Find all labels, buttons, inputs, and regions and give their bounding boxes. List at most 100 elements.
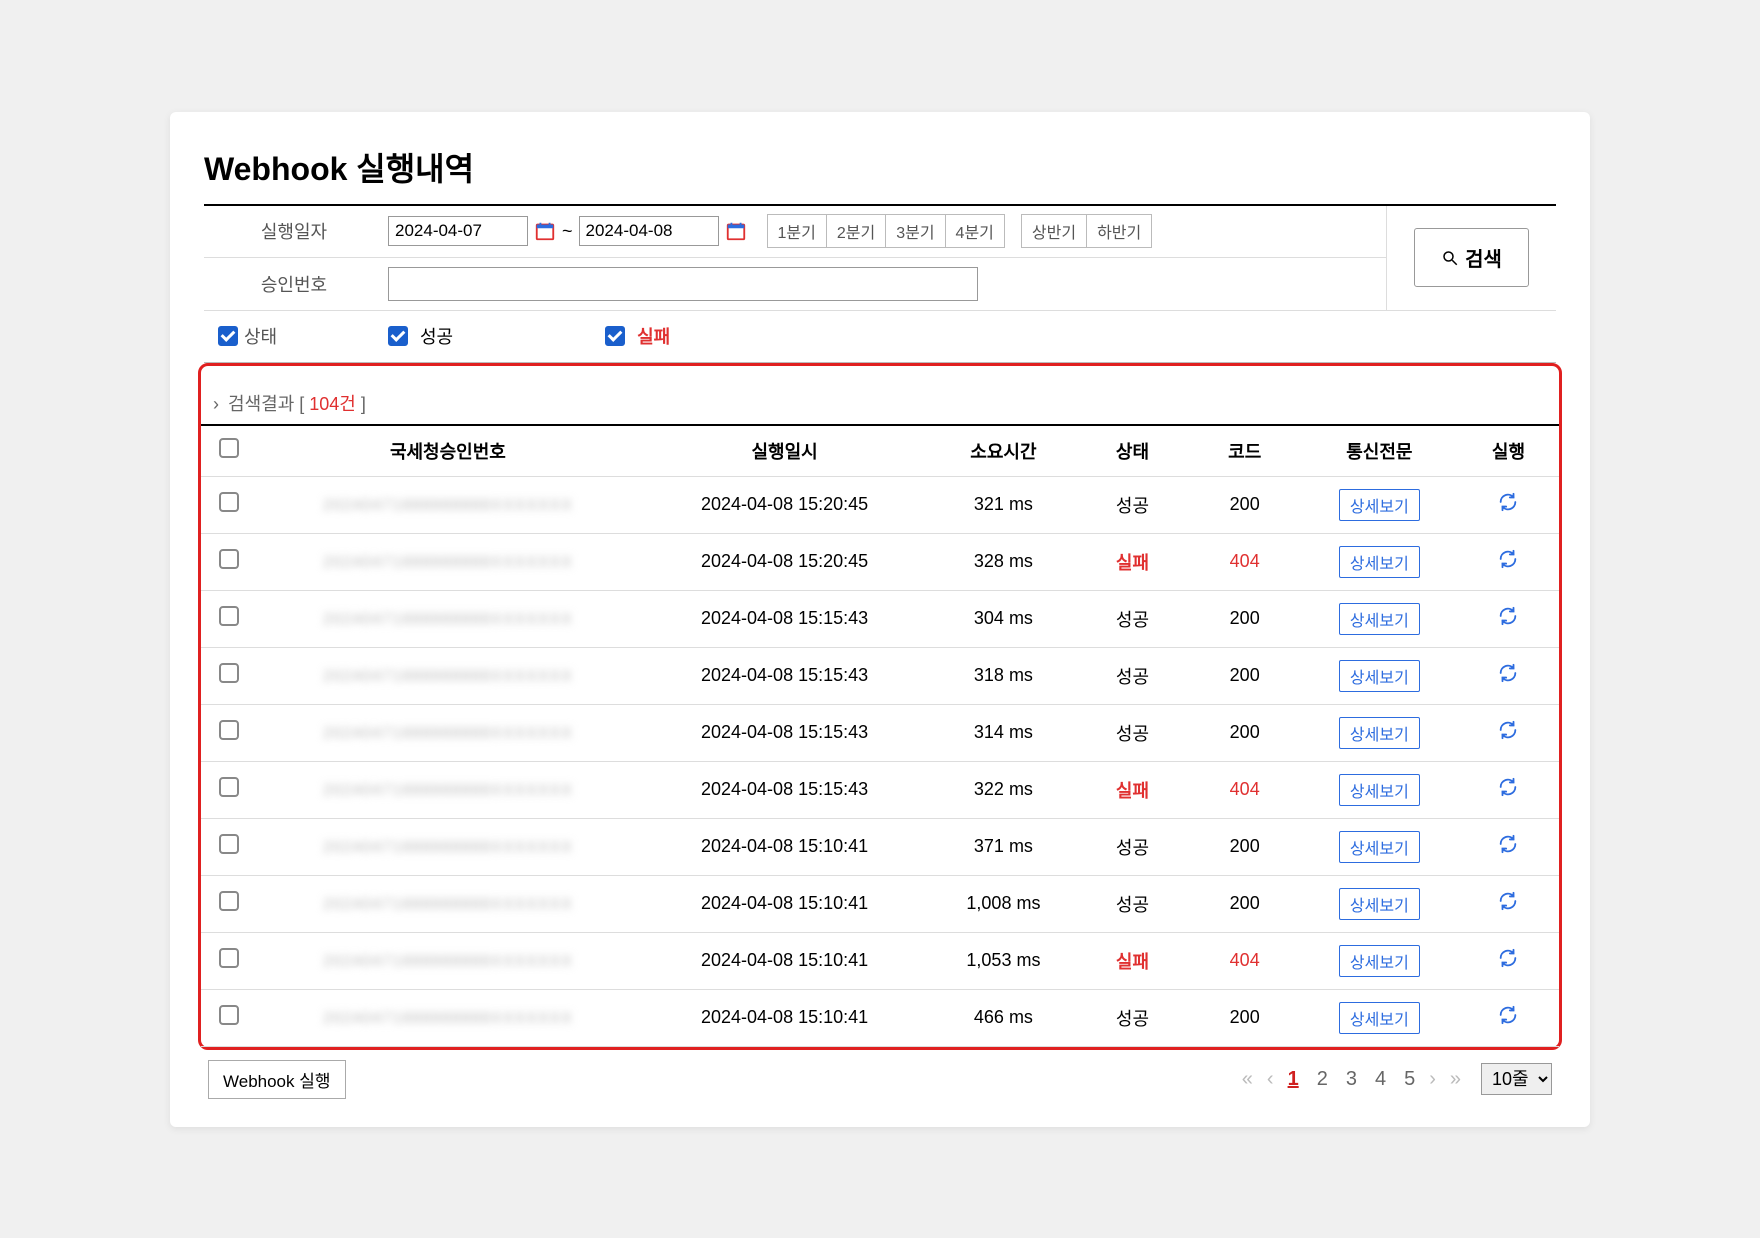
status-success-checkbox[interactable] [388,326,408,346]
caret-icon: › [213,394,219,414]
calendar-icon[interactable] [534,220,556,242]
row-checkbox[interactable] [219,777,239,797]
search-button[interactable]: 검색 [1414,228,1529,287]
h2-button[interactable]: 하반기 [1087,214,1152,248]
approval-number: 20240471888888888XXXXXXX [323,611,573,628]
duration: 314 ms [930,704,1076,761]
table-row: 20240471888888888XXXXXXX2024-04-08 15:20… [201,533,1559,590]
table-row: 20240471888888888XXXXXXX2024-04-08 15:15… [201,704,1559,761]
col-duration: 소요시간 [930,425,1076,477]
approval-number: 20240471888888888XXXXXXX [323,839,573,856]
page-title: Webhook 실행내역 [204,144,1556,190]
table-row: 20240471888888888XXXXXXX2024-04-08 15:20… [201,476,1559,533]
row-checkbox[interactable] [219,1005,239,1025]
row-checkbox[interactable] [219,891,239,911]
result-table: 국세청승인번호 실행일시 소요시간 상태 코드 통신전문 실행 20240471… [201,424,1559,1047]
duration: 1,053 ms [930,932,1076,989]
detail-button[interactable]: 상세보기 [1339,945,1420,977]
table-row: 20240471888888888XXXXXXX 2024-04-08 15:15… [201,590,1559,647]
status-cell: 성공 [1076,989,1188,1046]
pager-next-icon[interactable]: › [1429,1068,1436,1091]
detail-button[interactable]: 상세보기 [1339,774,1420,806]
approval-number: 20240471888888888XXXXXXX [323,782,573,799]
exec-time: 2024-04-08 15:15:43 [639,590,931,647]
table-row: 20240471888888888XXXXXXX 2024-04-08 15:10… [201,818,1559,875]
calendar-icon[interactable] [725,220,747,242]
exec-time: 2024-04-08 15:10:41 [639,932,931,989]
q1-button[interactable]: 1분기 [767,214,827,248]
detail-button[interactable]: 상세보기 [1339,489,1420,521]
exec-time: 2024-04-08 15:15:43 [639,647,931,704]
status-fail-checkbox[interactable] [605,326,625,346]
status-cell: 성공 [1076,476,1188,533]
duration: 318 ms [930,647,1076,704]
status-cell: 실패 [1076,761,1188,818]
code-cell: 200 [1189,590,1301,647]
row-checkbox[interactable] [219,834,239,854]
refresh-icon[interactable] [1497,725,1519,745]
q2-button[interactable]: 2분기 [827,214,886,248]
h1-button[interactable]: 상반기 [1021,214,1087,248]
row-checkbox[interactable] [219,492,239,512]
pager-page[interactable]: 4 [1375,1068,1386,1091]
date-label: 실행일자 [204,218,384,244]
duration: 322 ms [930,761,1076,818]
exec-time: 2024-04-08 15:20:45 [639,533,931,590]
date-from-input[interactable] [388,216,528,246]
row-checkbox[interactable] [219,549,239,569]
detail-button[interactable]: 상세보기 [1339,546,1420,578]
refresh-icon[interactable] [1497,896,1519,916]
quarter-buttons: 1분기 2분기 3분기 4분기 [767,214,1005,248]
filter-section: 실행일자 ~ 1분기 2분기 [204,204,1556,363]
detail-button[interactable]: 상세보기 [1339,660,1420,692]
status-cell: 성공 [1076,647,1188,704]
refresh-icon[interactable] [1497,611,1519,631]
pager-page[interactable]: 5 [1404,1068,1415,1091]
row-checkbox[interactable] [219,948,239,968]
status-cell: 실패 [1076,533,1188,590]
table-row: 20240471888888888XXXXXXX2024-04-08 15:10… [201,932,1559,989]
webhook-run-button[interactable]: Webhook 실행 [208,1060,346,1099]
pager-last-icon[interactable]: » [1450,1068,1461,1091]
refresh-icon[interactable] [1497,1010,1519,1030]
result-prefix: 검색결과 [ [228,394,309,414]
row-checkbox[interactable] [219,663,239,683]
status-cell: 실패 [1076,932,1188,989]
q4-button[interactable]: 4분기 [946,214,1005,248]
refresh-icon[interactable] [1497,554,1519,574]
pager-prev-icon[interactable]: ‹ [1267,1068,1274,1091]
pager-page[interactable]: 3 [1346,1068,1357,1091]
refresh-icon[interactable] [1497,839,1519,859]
status-all-checkbox[interactable] [218,326,238,346]
approval-number: 20240471888888888XXXXXXX [323,497,573,514]
refresh-icon[interactable] [1497,782,1519,802]
refresh-icon[interactable] [1497,668,1519,688]
detail-button[interactable]: 상세보기 [1339,831,1420,863]
table-row: 20240471888888888XXXXXXX2024-04-08 15:15… [201,647,1559,704]
result-highlight-box: › 검색결과 [ 104건 ] 국세청승인번호 실행일시 소요시간 상태 코드 … [198,363,1562,1050]
pager-page[interactable]: 1 [1288,1068,1299,1091]
select-all-checkbox[interactable] [219,438,239,458]
status-fail-label: 실패 [637,323,670,349]
pager-first-icon[interactable]: « [1242,1068,1253,1091]
exec-time: 2024-04-08 15:10:41 [639,818,931,875]
search-icon [1441,249,1459,267]
q3-button[interactable]: 3분기 [886,214,945,248]
approval-label: 승인번호 [204,271,384,297]
row-checkbox[interactable] [219,606,239,626]
row-checkbox[interactable] [219,720,239,740]
approval-input[interactable] [388,267,978,301]
detail-button[interactable]: 상세보기 [1339,603,1420,635]
refresh-icon[interactable] [1497,497,1519,517]
code-cell: 200 [1189,875,1301,932]
detail-button[interactable]: 상세보기 [1339,1002,1420,1034]
detail-button[interactable]: 상세보기 [1339,888,1420,920]
date-to-input[interactable] [579,216,719,246]
detail-button[interactable]: 상세보기 [1339,717,1420,749]
status-cell: 성공 [1076,875,1188,932]
table-header-row: 국세청승인번호 실행일시 소요시간 상태 코드 통신전문 실행 [201,425,1559,477]
rows-per-page-select[interactable]: 10줄 [1481,1063,1552,1095]
refresh-icon[interactable] [1497,953,1519,973]
duration: 371 ms [930,818,1076,875]
pager-page[interactable]: 2 [1317,1068,1328,1091]
